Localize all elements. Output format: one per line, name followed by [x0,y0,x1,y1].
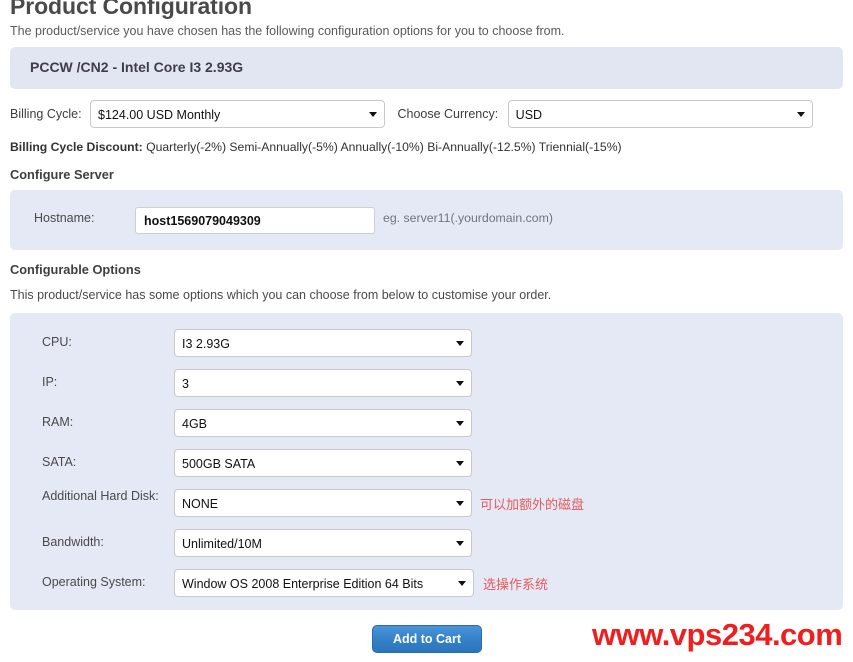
billing-cycle-discount-label: Billing Cycle Discount: [10,140,143,154]
configurable-options-heading: Configurable Options [10,262,141,277]
option-select-wrap-ip: 3 [174,369,472,397]
site-watermark: www.vps234.com [592,617,843,652]
sata-select[interactable]: 500GB SATA [174,449,472,477]
option-label-additional-hard-disk: Additional Hard Disk: [42,489,159,503]
option-select-wrap-cpu: I3 2.93G [174,329,472,357]
configurable-options-panel: CPU: I3 2.93G IP: 3 RAM: 4GB SATA: 500GB… [10,313,843,610]
option-select-wrap-bandwidth: Unlimited/10M [174,529,472,557]
ip-select[interactable]: 3 [174,369,472,397]
hostname-hint: eg. server11(.yourdomain.com) [383,211,553,225]
hostname-input[interactable] [135,207,375,234]
option-row: Operating System: Window OS 2008 Enterpr… [10,569,843,609]
add-to-cart-button[interactable]: Add to Cart [372,625,482,653]
currency-select[interactable]: USD [507,100,813,128]
option-label-cpu: CPU: [42,335,72,349]
bandwidth-select[interactable]: Unlimited/10M [174,529,472,557]
option-row: RAM: 4GB [10,409,843,449]
operating-system-select[interactable]: Window OS 2008 Enterprise Edition 64 Bit… [174,569,474,597]
billing-cycle-label: Billing Cycle: [10,107,82,121]
option-row: SATA: 500GB SATA [10,449,843,489]
option-label-ram: RAM: [42,415,74,429]
billing-cycle-discount-value: Quarterly(-2%) Semi-Annually(-5%) Annual… [146,140,622,154]
product-banner-title: PCCW /CN2 - Intel Core I3 2.93G [30,59,244,75]
option-row: CPU: I3 2.93G [10,329,843,369]
option-label-bandwidth: Bandwidth: [42,535,104,549]
configurable-options-description: This product/service has some options wh… [10,288,552,302]
option-label-operating-system: Operating System: [42,575,146,589]
product-banner: PCCW /CN2 - Intel Core I3 2.93G [10,47,843,89]
billing-cycle-select[interactable]: $124.00 USD Monthly [90,100,386,128]
option-row: Additional Hard Disk: NONE 可以加额外的磁盘 [10,489,843,529]
product-configuration-page: Product Configuration The product/servic… [0,0,853,662]
cpu-select[interactable]: I3 2.93G [174,329,472,357]
option-label-ip: IP: [42,375,58,389]
billing-cycle-discount: Billing Cycle Discount: Quarterly(-2%) S… [10,140,622,154]
page-subtitle: The product/service you have chosen has … [10,24,565,38]
option-label-sata: SATA: [42,455,77,469]
annotation-operating-system: 选操作系统 [483,578,549,593]
option-select-wrap-additional-hard-disk: NONE [174,489,472,517]
additional-hard-disk-select[interactable]: NONE [174,489,472,517]
page-title: Product Configuration [10,0,252,19]
hostname-label: Hostname: [34,211,95,225]
ram-select[interactable]: 4GB [174,409,472,437]
hostname-panel: Hostname: eg. server11(.yourdomain.com) [10,190,843,250]
configure-server-heading: Configure Server [10,167,114,182]
currency-select-wrap: USD [507,100,813,128]
choose-currency-label: Choose Currency: [397,107,499,121]
billing-row: Billing Cycle: $124.00 USD Monthly Choos… [10,99,843,129]
option-select-wrap-ram: 4GB [174,409,472,437]
option-row: IP: 3 [10,369,843,409]
option-select-wrap-operating-system: Window OS 2008 Enterprise Edition 64 Bit… [174,569,474,597]
option-select-wrap-sata: 500GB SATA [174,449,472,477]
billing-cycle-select-wrap: $124.00 USD Monthly [90,100,386,128]
option-row: Bandwidth: Unlimited/10M [10,529,843,569]
annotation-additional-hard-disk: 可以加额外的磁盘 [480,498,585,513]
